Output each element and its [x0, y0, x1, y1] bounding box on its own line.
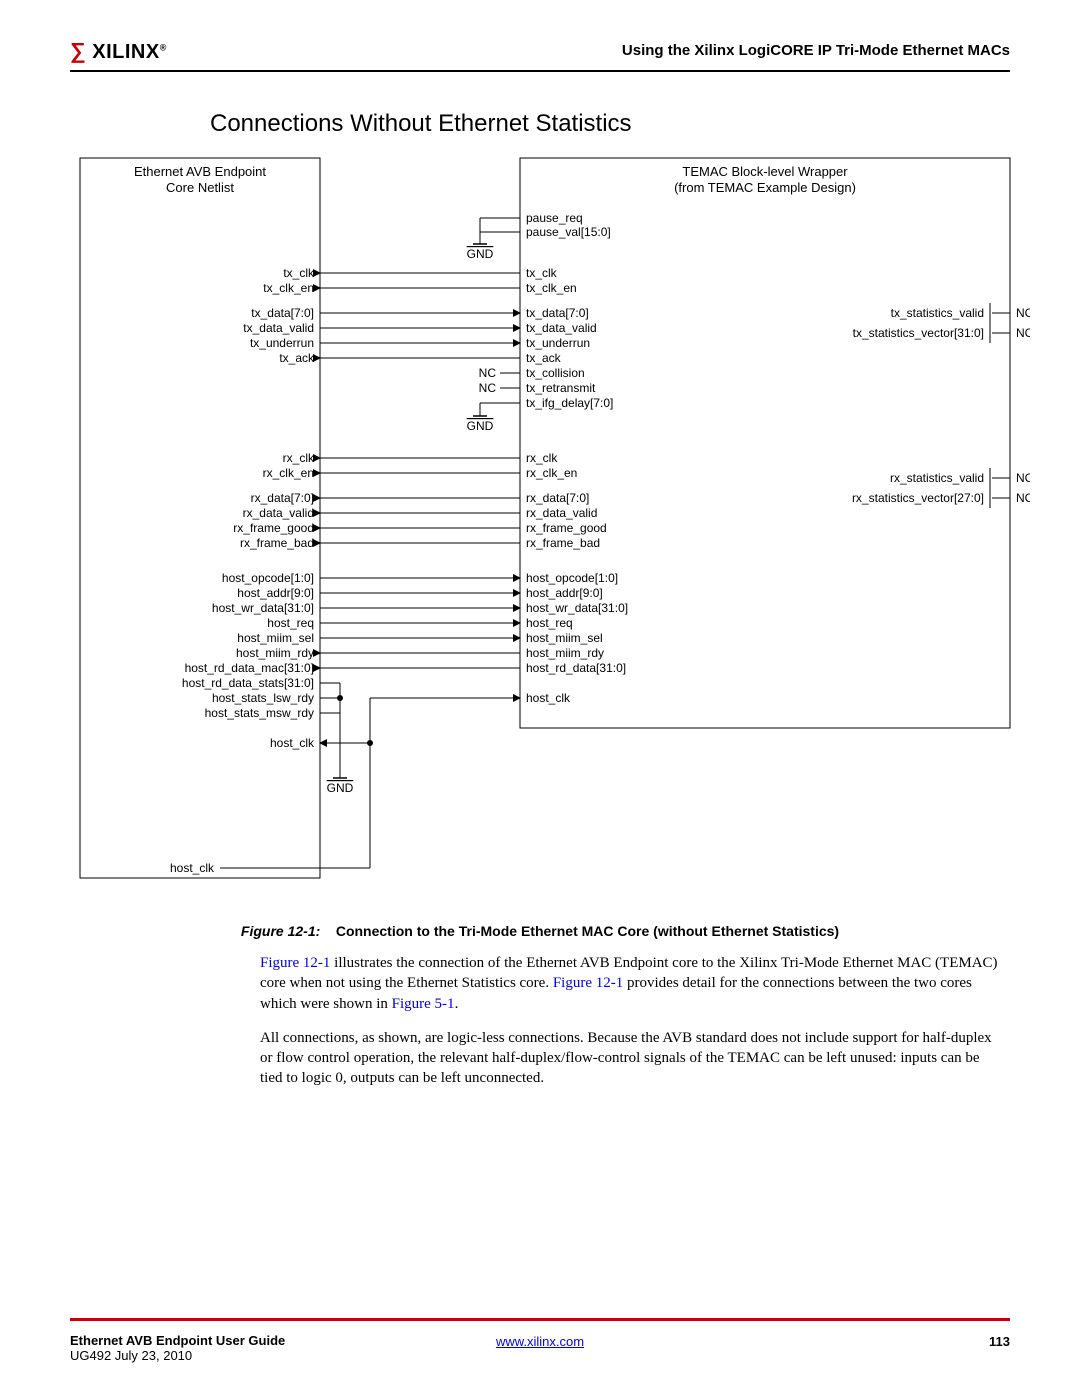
logo-text: XILINX [92, 41, 159, 63]
nc-tx-0: NC [1016, 306, 1030, 320]
l-tx-4: tx_underrun [250, 336, 314, 350]
r-tx-6: tx_collision [526, 366, 585, 380]
sig-pause-val: pause_val[15:0] [526, 225, 611, 239]
rr-tx-1: tx_statistics_vector[31:0] [853, 326, 984, 340]
l-h-0: host_opcode[1:0] [222, 571, 314, 585]
gnd-3: GND [327, 781, 354, 795]
ext-hostclk: host_clk [170, 861, 215, 875]
link-fig5-1[interactable]: Figure 5-1 [392, 996, 455, 1012]
r-rx-0: rx_clk [526, 451, 558, 465]
nc-tx-1: NC [1016, 326, 1030, 340]
r-h-6: host_rd_data[31:0] [526, 661, 626, 675]
logo-icon: ∑ [70, 38, 86, 63]
header-chapter-title: Using the Xilinx LogiCORE IP Tri-Mode Et… [622, 42, 1010, 59]
nc-txcol: NC [479, 366, 497, 380]
r-tx-0: tx_clk [526, 266, 558, 280]
l-hostclk-a: host_clk [270, 736, 315, 750]
r-tx-3: tx_data_valid [526, 321, 597, 335]
footer-url[interactable]: www.xilinx.com [496, 1334, 584, 1349]
gnd-1: GND [467, 247, 494, 261]
l-h-6: host_rd_data_mac[31:0] [185, 661, 314, 675]
p2: All connections, as shown, are logic-les… [260, 1028, 1000, 1089]
r-rx-2: rx_data[7:0] [526, 491, 589, 505]
r-rx-4: rx_frame_good [526, 521, 607, 535]
l-h-4: host_miim_sel [237, 631, 314, 645]
r-h-1: host_addr[9:0] [526, 586, 603, 600]
r-tx-2: tx_data[7:0] [526, 306, 589, 320]
r-tx-1: tx_clk_en [526, 281, 577, 295]
l-rx-0: rx_clk [283, 451, 315, 465]
body-text: Figure 12-1 illustrates the connection o… [260, 953, 1000, 1089]
l-tx-1: tx_clk_en [263, 281, 314, 295]
r-tx-7: tx_retransmit [526, 381, 596, 395]
rr-rx-0: rx_statistics_valid [890, 471, 984, 485]
l-h-5: host_miim_rdy [236, 646, 314, 660]
l-rx-3: rx_data_valid [243, 506, 314, 520]
gnd-2: GND [467, 419, 494, 433]
figure-caption: Figure 12-1: Connection to the Tri-Mode … [70, 923, 1010, 939]
header-rule [70, 70, 1010, 72]
xilinx-logo: ∑ XILINX® [70, 38, 167, 64]
footer-rule [70, 1318, 1010, 1321]
r-h-4: host_miim_sel [526, 631, 603, 645]
l-tx-0: tx_clk [283, 266, 315, 280]
link-fig12-1-b[interactable]: Figure 12-1 [553, 975, 623, 991]
l-rx-4: rx_frame_good [233, 521, 314, 535]
right-block-title1: TEMAC Block-level Wrapper [682, 164, 848, 179]
section-title: Connections Without Ethernet Statistics [210, 110, 1010, 138]
rr-rx-1: rx_statistics_vector[27:0] [852, 491, 984, 505]
figure-label: Figure 12-1: [241, 923, 320, 939]
left-block-title1: Ethernet AVB Endpoint [134, 164, 266, 179]
r-hostclk: host_clk [526, 691, 571, 705]
l-h-2: host_wr_data[31:0] [212, 601, 314, 615]
p1-f: . [455, 996, 459, 1012]
l-h-7: host_rd_data_stats[31:0] [182, 676, 314, 690]
figure-title: Connection to the Tri-Mode Ethernet MAC … [336, 923, 839, 939]
l-rx-5: rx_frame_bad [240, 536, 314, 550]
sig-pause-req: pause_req [526, 211, 583, 225]
footer-page: 113 [989, 1334, 1010, 1349]
r-rx-3: rx_data_valid [526, 506, 597, 520]
footer-doc: UG492 July 23, 2010 [70, 1348, 285, 1363]
nc-rx-1: NC [1016, 491, 1030, 505]
connection-diagram: Ethernet AVB Endpoint Core Netlist TEMAC… [50, 148, 1010, 913]
r-h-3: host_req [526, 616, 573, 630]
rr-tx-0: tx_statistics_valid [891, 306, 984, 320]
logo-tm: ® [160, 42, 167, 52]
r-tx-8: tx_ifg_delay[7:0] [526, 396, 613, 410]
l-h-3: host_req [267, 616, 314, 630]
r-h-0: host_opcode[1:0] [526, 571, 618, 585]
l-rx-2: rx_data[7:0] [251, 491, 314, 505]
l-rx-1: rx_clk_en [263, 466, 314, 480]
l-tx-2: tx_data[7:0] [251, 306, 314, 320]
r-tx-5: tx_ack [526, 351, 562, 365]
r-rx-5: rx_frame_bad [526, 536, 600, 550]
r-h-5: host_miim_rdy [526, 646, 604, 660]
r-rx-1: rx_clk_en [526, 466, 577, 480]
r-tx-4: tx_underrun [526, 336, 590, 350]
page: ∑ XILINX® Using the Xilinx LogiCORE IP T… [0, 0, 1080, 1397]
nc-txret: NC [479, 381, 497, 395]
l-h-1: host_addr[9:0] [237, 586, 314, 600]
l-h-9: host_stats_msw_rdy [205, 706, 314, 720]
r-h-2: host_wr_data[31:0] [526, 601, 628, 615]
right-block-title2: (from TEMAC Example Design) [674, 180, 856, 195]
left-block-title2: Core Netlist [166, 180, 234, 195]
l-h-8: host_stats_lsw_rdy [212, 691, 314, 705]
nc-rx-0: NC [1016, 471, 1030, 485]
link-fig12-1-a[interactable]: Figure 12-1 [260, 955, 330, 971]
l-tx-5: tx_ack [279, 351, 315, 365]
l-tx-3: tx_data_valid [243, 321, 314, 335]
